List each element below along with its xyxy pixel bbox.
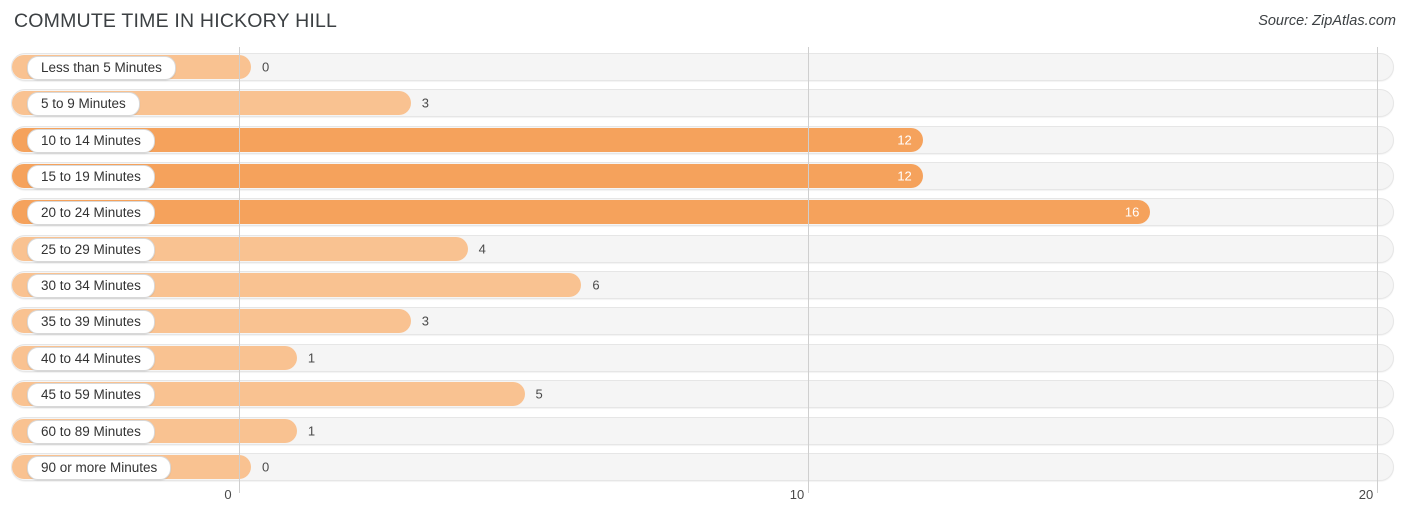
- bar-value-label: 3: [421, 95, 429, 111]
- bar-value-label: 16: [1124, 204, 1140, 220]
- category-label[interactable]: 10 to 14 Minutes: [27, 128, 155, 153]
- bar-rows: 0 Less than 5 Minutes 3 5 to 9 Minutes 12 10 …: [0, 47, 1406, 487]
- category-label[interactable]: 25 to 29 Minutes: [27, 237, 155, 262]
- category-label[interactable]: 90 or more Minutes: [27, 455, 172, 480]
- bar-value-label: 0: [262, 459, 270, 475]
- category-label[interactable]: 40 to 44 Minutes: [27, 346, 155, 371]
- bar-value-label: 5: [535, 386, 543, 402]
- bar-row[interactable]: 0 90 or more Minutes: [11, 452, 1394, 481]
- bar-value-label: 6: [592, 277, 600, 293]
- bar-row[interactable]: 0 Less than 5 Minutes: [11, 53, 1394, 81]
- bar-row[interactable]: 12 10 to 14 Minutes: [11, 125, 1394, 154]
- bar-value-label: 12: [897, 168, 912, 184]
- bar-value-label: 1: [307, 350, 316, 366]
- x-axis: 0 10 20: [0, 487, 1406, 517]
- source-attribution: Source: ZipAtlas.com: [1258, 13, 1396, 29]
- bar-value-label: 0: [262, 59, 270, 75]
- bar-value-label: 3: [421, 313, 429, 329]
- chart-plot-area: 0 Less than 5 Minutes 3 5 to 9 Minutes 12 10 …: [0, 47, 1406, 493]
- category-label[interactable]: 35 to 39 Minutes: [27, 310, 155, 335]
- category-label[interactable]: 15 to 19 Minutes: [27, 165, 155, 190]
- bar-value-label: 12: [897, 132, 912, 148]
- category-label[interactable]: Less than 5 Minutes: [27, 56, 176, 80]
- category-label[interactable]: 60 to 89 Minutes: [27, 419, 155, 444]
- bar-row[interactable]: 6 30 to 34 Minutes: [11, 271, 1394, 300]
- bar-value-label: 1: [307, 423, 316, 438]
- bar-row[interactable]: 16 20 to 24 Minutes: [11, 198, 1394, 227]
- bar-row[interactable]: 12 15 to 19 Minutes: [11, 162, 1394, 191]
- category-label[interactable]: 20 to 24 Minutes: [27, 201, 155, 226]
- bar-row[interactable]: 1 60 to 89 Minutes: [11, 416, 1394, 445]
- x-tick-label: 0: [224, 487, 232, 502]
- bar-row[interactable]: 1 40 to 44 Minutes: [11, 343, 1394, 372]
- chart-header: COMMUTE TIME IN HICKORY HILL Source: Zip…: [0, 0, 1406, 44]
- bar[interactable]: 16: [12, 200, 1151, 225]
- page-title: COMMUTE TIME IN HICKORY HILL: [14, 10, 338, 32]
- bar-row[interactable]: 3 5 to 9 Minutes: [11, 89, 1394, 118]
- category-label[interactable]: 5 to 9 Minutes: [27, 92, 140, 117]
- bar-row[interactable]: 4 25 to 29 Minutes: [11, 234, 1394, 263]
- x-tick-label: 10: [789, 487, 805, 502]
- bar-row[interactable]: 3 35 to 39 Minutes: [11, 307, 1394, 336]
- bar-row[interactable]: 5 45 to 59 Minutes: [11, 380, 1394, 409]
- category-label[interactable]: 45 to 59 Minutes: [27, 383, 155, 408]
- x-tick-label: 20: [1358, 487, 1374, 502]
- bar-value-label: 4: [478, 241, 486, 257]
- category-label[interactable]: 30 to 34 Minutes: [27, 274, 155, 299]
